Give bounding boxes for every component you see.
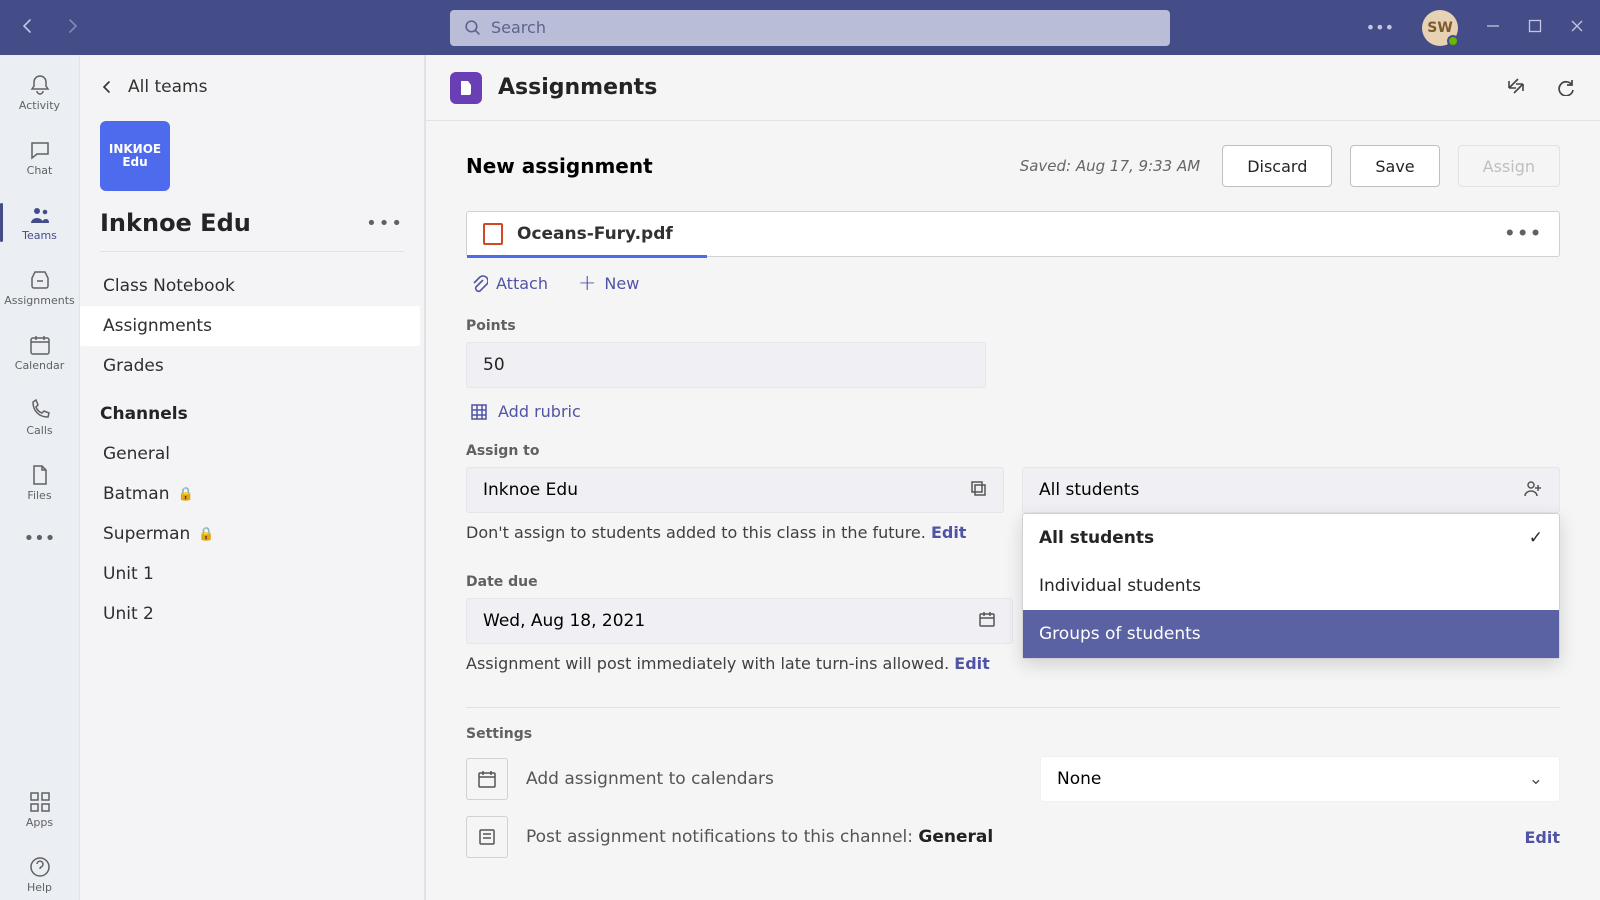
search-input[interactable] — [491, 18, 1156, 37]
check-icon: ✓ — [1529, 528, 1543, 548]
grid-icon — [470, 403, 488, 421]
person-add-icon — [1523, 478, 1543, 503]
add-rubric-button[interactable]: Add rubric — [470, 402, 1556, 421]
calendar-setting-select[interactable]: None⌄ — [1040, 756, 1560, 802]
expand-icon[interactable] — [1506, 76, 1526, 100]
attached-file[interactable]: Oceans-Fury.pdf ••• — [466, 211, 1560, 257]
left-panel: All teams INKИOE Edu Inknoe Edu ••• Clas… — [80, 55, 425, 900]
rail-teams[interactable]: Teams — [2, 197, 78, 248]
new-button[interactable]: +New — [578, 271, 639, 296]
lock-icon: 🔒 — [198, 527, 214, 542]
close-icon[interactable] — [1570, 18, 1584, 37]
students-dropdown: All students✓ Individual students Groups… — [1022, 513, 1560, 659]
future-students-note: Don't assign to students added to this c… — [466, 523, 1004, 542]
rail-calendar[interactable]: Calendar — [2, 327, 78, 378]
app-rail: Activity Chat Teams Assignments Calendar… — [0, 55, 80, 900]
chevron-left-icon — [100, 80, 114, 94]
chevron-down-icon: ⌄ — [1529, 769, 1543, 789]
team-name: Inknoe Edu — [100, 209, 366, 237]
form-title: New assignment — [466, 154, 653, 178]
channel-general[interactable]: General — [80, 434, 424, 474]
students-select[interactable]: All students All students✓ Individual st… — [1022, 467, 1560, 513]
save-button[interactable]: Save — [1350, 145, 1439, 187]
paperclip-icon — [470, 275, 488, 293]
rail-apps[interactable]: Apps — [2, 784, 78, 835]
rail-chat[interactable]: Chat — [2, 132, 78, 183]
search-bar[interactable] — [450, 10, 1170, 46]
saved-text: Saved: Aug 17, 9:33 AM — [1020, 157, 1201, 175]
copy-icon — [969, 479, 987, 502]
calendar-icon — [978, 610, 996, 633]
calendar-setting-icon — [466, 758, 508, 800]
tab-class-notebook[interactable]: Class Notebook — [80, 266, 424, 306]
rail-assignments[interactable]: Assignments — [2, 262, 78, 313]
dropdown-item-individual[interactable]: Individual students — [1023, 562, 1559, 610]
rail-activity[interactable]: Activity — [2, 67, 78, 118]
channel-superman[interactable]: Superman🔒 — [80, 514, 424, 554]
refresh-icon[interactable] — [1556, 76, 1576, 100]
back-icon[interactable] — [20, 18, 36, 38]
assign-button: Assign — [1458, 145, 1560, 187]
lock-icon: 🔒 — [178, 487, 194, 502]
minimize-icon[interactable] — [1486, 18, 1500, 37]
due-date-input[interactable]: Wed, Aug 18, 2021 — [466, 598, 1013, 644]
tab-grades[interactable]: Grades — [80, 346, 424, 386]
forward-icon[interactable] — [64, 18, 80, 38]
team-logo: INKИOE Edu — [100, 121, 170, 191]
points-label: Points — [466, 318, 1560, 334]
dropdown-item-groups[interactable]: Groups of students — [1023, 610, 1559, 658]
edit-future-link[interactable]: Edit — [931, 523, 967, 542]
edit-channel-link[interactable]: Edit — [1524, 828, 1560, 847]
assign-to-label: Assign to — [466, 443, 1560, 459]
rail-calls[interactable]: Calls — [2, 392, 78, 443]
file-more-icon[interactable]: ••• — [1504, 224, 1543, 244]
plus-icon: + — [578, 271, 596, 296]
back-all-teams[interactable]: All teams — [80, 55, 424, 105]
settings-label: Settings — [466, 726, 1560, 742]
post-setting-label: Post assignment notifications to this ch… — [526, 827, 1476, 847]
page-title: Assignments — [498, 75, 1476, 100]
more-icon[interactable]: ••• — [1366, 18, 1394, 37]
rail-files[interactable]: Files — [2, 457, 78, 508]
channel-unit1[interactable]: Unit 1 — [80, 554, 424, 594]
points-input[interactable]: 50 — [466, 342, 986, 388]
class-select[interactable]: Inknoe Edu — [466, 467, 1004, 513]
maximize-icon[interactable] — [1528, 18, 1542, 37]
pdf-icon — [483, 223, 503, 245]
rail-more[interactable]: ••• — [2, 522, 78, 555]
discard-button[interactable]: Discard — [1222, 145, 1332, 187]
avatar[interactable]: SW — [1422, 10, 1458, 46]
edit-schedule-link[interactable]: Edit — [954, 654, 990, 673]
attach-button[interactable]: Attach — [470, 271, 548, 296]
title-bar: ••• SW — [0, 0, 1600, 55]
calendar-setting-label: Add assignment to calendars — [526, 769, 1022, 789]
channel-batman[interactable]: Batman🔒 — [80, 474, 424, 514]
main-panel: Assignments New assignment Saved: Aug 17… — [425, 55, 1600, 900]
team-more-icon[interactable]: ••• — [366, 213, 404, 234]
tab-assignments[interactable]: Assignments — [80, 306, 420, 346]
dropdown-item-all[interactable]: All students✓ — [1023, 514, 1559, 562]
channel-setting-icon — [466, 816, 508, 858]
channels-heading: Channels — [80, 386, 424, 434]
assignments-app-icon — [450, 72, 482, 104]
channel-unit2[interactable]: Unit 2 — [80, 594, 424, 634]
rail-help[interactable]: Help — [2, 849, 78, 900]
search-icon — [464, 19, 481, 36]
